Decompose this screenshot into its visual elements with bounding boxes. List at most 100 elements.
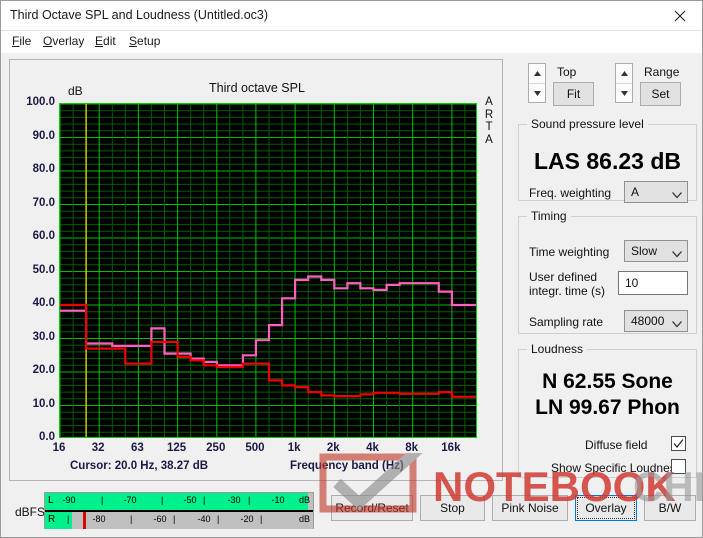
left-unit-label: dB [298, 495, 310, 505]
bw-button[interactable]: B/W [644, 495, 696, 521]
tick-minus60: -60 [153, 514, 167, 524]
level-meter-right-peak [82, 512, 86, 529]
tick-minus80: -80 [92, 514, 106, 524]
y-axis-unit-label: dB [68, 84, 83, 98]
menu-accelerator: S [129, 34, 138, 48]
chevron-down-icon [672, 317, 682, 331]
menu-item-label: dit [103, 34, 116, 48]
tick-bar: | [248, 495, 251, 505]
y-tick-40.0: 40.0 [32, 297, 55, 309]
menu-item-edit[interactable]: Edit [93, 34, 118, 48]
spl-plot-area[interactable] [59, 103, 477, 438]
menu-accelerator: O [43, 34, 53, 48]
tick-bar: | [161, 495, 164, 505]
y-tick-80.0: 80.0 [32, 163, 55, 175]
dbfs-label: dBFS [15, 505, 46, 519]
sampling-rate-label: Sampling rate [529, 315, 604, 329]
tick-minus10: -10 [271, 495, 285, 505]
y-tick-90.0: 90.0 [32, 129, 55, 142]
x-tick-250: 250 [206, 442, 226, 454]
top-spinner-up[interactable] [529, 64, 545, 83]
diffuse-field-label: Diffuse field [585, 438, 648, 452]
right-channel-label: R [48, 514, 56, 525]
right-unit-label: dB [298, 514, 310, 524]
menu-accelerator: E [95, 34, 104, 48]
level-meter-right: R dB | -80 | -60 | -40 | -20 | [45, 512, 313, 529]
diffuse-field-checkbox[interactable] [671, 436, 686, 451]
y-tick-60.0: 60.0 [32, 230, 55, 242]
tick-minus30: -30 [227, 495, 241, 505]
spl-group-label: Sound pressure level [531, 117, 644, 131]
time-weighting-label: Time weighting [529, 245, 610, 259]
top-fit-button[interactable]: Fit [553, 82, 594, 106]
x-tick-63: 63 [130, 442, 144, 454]
specific-loudness-checkbox[interactable] [671, 459, 686, 474]
chart-panel: Third octave SPL dB ARTA 100.0 90.0 80.0 70… [9, 59, 503, 481]
menu-item-label: ile [19, 34, 32, 48]
left-channel-label: L [48, 495, 54, 506]
y-tick-70.0: 70.0 [32, 196, 55, 209]
tick-bar: | [203, 495, 206, 505]
menu-item-setup[interactable]: Setup [127, 34, 162, 48]
tick-minus40: -40 [197, 514, 211, 524]
integration-time-value: 10 [625, 276, 639, 290]
chevron-down-icon [672, 188, 682, 202]
range-spinner-down[interactable] [616, 84, 632, 103]
range-spinner[interactable] [615, 63, 633, 103]
record-reset-button[interactable]: Record/Reset [331, 495, 413, 521]
close-icon[interactable] [658, 1, 702, 30]
menu-item-label: etup [137, 34, 161, 48]
timing-group: Timing Time weighting Slow User defined … [518, 209, 697, 334]
stop-button[interactable]: Stop [420, 495, 485, 521]
y-tick-10.0: 10.0 [32, 397, 55, 410]
spl-plot-svg [60, 104, 476, 437]
tick-bar: | [260, 514, 263, 524]
y-tick-30.0: 30.0 [32, 330, 55, 343]
integration-time-input[interactable]: 10 [618, 271, 688, 295]
freq-weighting-select[interactable]: A [624, 181, 688, 203]
loudness-phon-value: LN 99.67 Phon [535, 396, 680, 419]
x-tick-4k: 4k [366, 442, 379, 454]
loudness-sone-value: N 62.55 Sone [542, 370, 673, 393]
specific-loudness-label: Show Specific Loudness [551, 461, 682, 475]
top-spinner-down[interactable] [529, 84, 545, 103]
sound-pressure-level-group: Sound pressure level LAS 86.23 dB Freq. … [518, 117, 697, 203]
spl-value: LAS 86.23 dB [534, 148, 681, 174]
arta-watermark-label: ARTA [484, 96, 494, 146]
range-spinner-up[interactable] [616, 64, 632, 83]
top-spinner[interactable] [528, 63, 546, 103]
tick-bar: | [217, 514, 220, 524]
loudness-group-label: Loudness [531, 342, 584, 356]
overlay-button[interactable]: Overlay [575, 495, 637, 521]
range-set-button[interactable]: Set [640, 82, 681, 106]
time-weighting-select[interactable]: Slow [624, 240, 688, 262]
integration-time-label: User defined integr. time (s) [529, 270, 605, 298]
menu-item-overlay[interactable]: Overlay [41, 34, 86, 48]
tick-bar: | [101, 495, 104, 505]
title-bar: Third Octave SPL and Loudness (Untitled.… [1, 1, 702, 31]
level-meters: L dB -90 | -70 | -50 | -30 | -10 R dB | … [44, 492, 314, 529]
sampling-rate-select[interactable]: 48000 [624, 310, 688, 332]
window-title: Third Octave SPL and Loudness (Untitled.… [10, 8, 269, 22]
x-axis-title: Frequency band (Hz) [290, 460, 404, 472]
menu-item-file[interactable]: File [10, 34, 33, 48]
loudness-group: Loudness N 62.55 Sone LN 99.67 Phon Diff… [518, 342, 697, 478]
range-label: Range [644, 65, 680, 79]
y-tick-100.0: 100.0 [26, 96, 55, 108]
y-tick-50.0: 50.0 [32, 263, 55, 276]
x-tick-32: 32 [91, 442, 105, 454]
tick-minus70: -70 [123, 495, 137, 505]
pink-noise-button[interactable]: Pink Noise [492, 495, 568, 521]
time-weighting-value: Slow [631, 244, 658, 258]
y-tick-20.0: 20.0 [32, 364, 55, 376]
level-meter-left: L dB -90 | -70 | -50 | -30 | -10 [45, 493, 313, 510]
application-window: Third Octave SPL and Loudness (Untitled.… [0, 0, 703, 538]
x-tick-1k: 1k [287, 442, 301, 454]
chart-title: Third octave SPL [209, 81, 305, 95]
tick-bar: | [130, 514, 133, 524]
x-tick-125: 125 [166, 442, 187, 454]
tick-minus90: -90 [62, 495, 76, 505]
x-tick-2k: 2k [326, 442, 340, 454]
x-tick-8k: 8k [405, 442, 419, 454]
integration-time-label-line1: User defined [529, 270, 598, 284]
